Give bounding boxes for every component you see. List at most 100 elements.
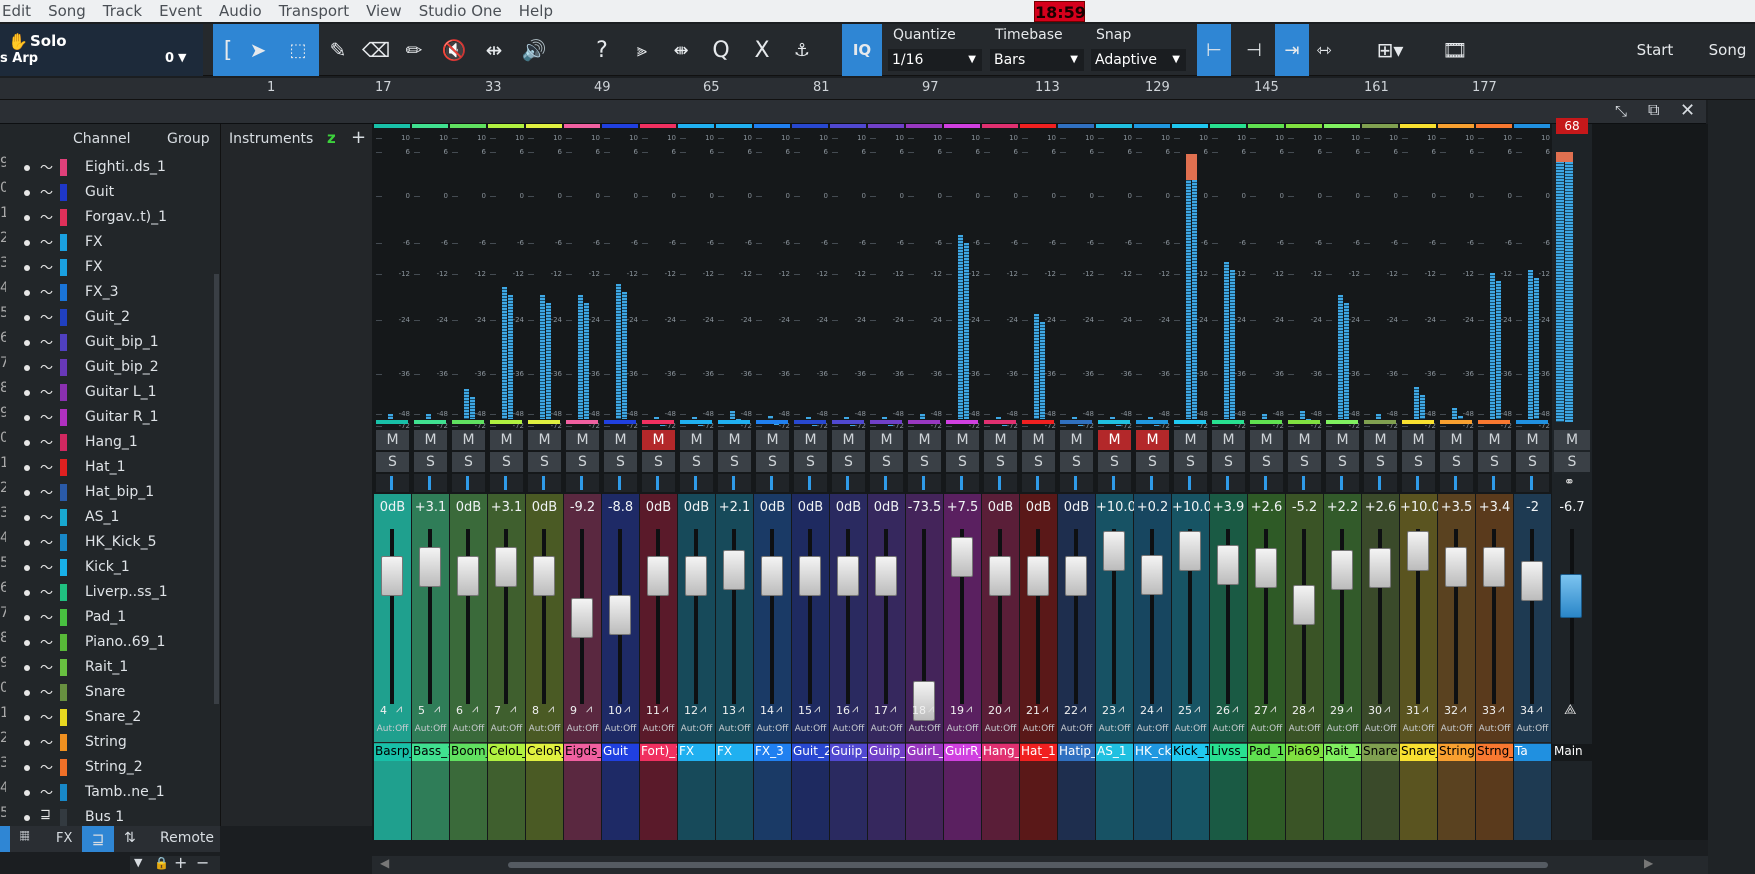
mute-button[interactable]: M bbox=[680, 430, 713, 450]
mute-button[interactable]: M bbox=[414, 430, 447, 450]
mute-button[interactable]: M bbox=[1212, 430, 1245, 450]
snap-magnet-icon[interactable]: ⚓ bbox=[784, 24, 820, 76]
solo-button[interactable]: S bbox=[604, 452, 637, 472]
bend-icon[interactable]: ⇼ bbox=[664, 24, 698, 76]
mute-button[interactable]: M bbox=[756, 430, 789, 450]
volume-fader[interactable] bbox=[1293, 585, 1315, 625]
channel-label[interactable]: Livss_ bbox=[1210, 744, 1247, 761]
mute-button[interactable]: M bbox=[718, 430, 751, 450]
start-button[interactable]: Start bbox=[1627, 24, 1683, 76]
mute-button[interactable]: M bbox=[984, 430, 1017, 450]
mute-button[interactable]: M bbox=[946, 430, 979, 450]
solo-button[interactable]: S bbox=[832, 452, 865, 472]
solo-button[interactable]: S bbox=[794, 452, 827, 472]
volume-fader[interactable] bbox=[1065, 556, 1087, 596]
menu-song[interactable]: Song bbox=[48, 2, 86, 20]
range-tool-icon[interactable]: ⬚ bbox=[283, 24, 313, 76]
solo-button[interactable]: S bbox=[718, 452, 751, 472]
snap-events-icon[interactable]: ⊣ bbox=[1237, 24, 1271, 76]
visibility-dot[interactable] bbox=[24, 540, 30, 546]
automation-mode[interactable]: Aut:Off bbox=[1476, 724, 1513, 734]
solo-button[interactable]: S bbox=[1440, 452, 1473, 472]
visibility-dot[interactable] bbox=[24, 815, 30, 821]
visibility-dot[interactable] bbox=[24, 565, 30, 571]
volume-fader[interactable] bbox=[381, 556, 403, 596]
channel-row[interactable]: 9 〜 Guitar R_1 bbox=[0, 405, 212, 430]
channel-label[interactable]: HK_ck bbox=[1134, 744, 1171, 761]
visibility-dot[interactable] bbox=[24, 365, 30, 371]
channel-row[interactable]: 6 〜 Guit_bip_1 bbox=[0, 330, 212, 355]
mute-tool-icon[interactable]: 🔇 bbox=[436, 24, 472, 76]
visibility-dot[interactable] bbox=[24, 665, 30, 671]
channel-row[interactable]: 2 〜 String bbox=[0, 730, 212, 755]
arrow-tool-icon[interactable]: ➤ bbox=[243, 24, 273, 76]
timebase-select[interactable]: Bars ▼ bbox=[990, 49, 1084, 71]
solo-button[interactable]: S bbox=[376, 452, 409, 472]
channel-label[interactable]: Rait_1 bbox=[1324, 744, 1361, 761]
mute-button[interactable]: M bbox=[528, 430, 561, 450]
main-solo-button[interactable]: S bbox=[1554, 452, 1590, 472]
restore-icon[interactable]: ⤡ bbox=[1615, 102, 1627, 120]
automation-mode[interactable]: Aut:Off bbox=[1324, 724, 1361, 734]
solo-button[interactable]: S bbox=[1174, 452, 1207, 472]
channel-label[interactable]: CeloR_ bbox=[526, 744, 563, 761]
solo-button[interactable]: S bbox=[1288, 452, 1321, 472]
volume-fader[interactable] bbox=[875, 556, 897, 596]
volume-fader[interactable] bbox=[1103, 531, 1125, 571]
automation-mode[interactable]: Aut:Off bbox=[1286, 724, 1323, 734]
quantize-q-icon[interactable]: Q bbox=[704, 24, 738, 76]
channel-label[interactable]: AS_1 bbox=[1096, 744, 1133, 761]
paint-tool-icon[interactable]: ✏ bbox=[396, 24, 432, 76]
volume-fader[interactable] bbox=[989, 556, 1011, 596]
link-icon[interactable]: ⚭ bbox=[1564, 475, 1575, 490]
automation-mode[interactable]: Aut:Off bbox=[678, 724, 715, 734]
volume-fader[interactable] bbox=[837, 556, 859, 596]
mute-button[interactable]: M bbox=[452, 430, 485, 450]
volume-fader[interactable] bbox=[951, 537, 973, 577]
sleep-icon[interactable]: z bbox=[327, 129, 336, 147]
volume-fader[interactable] bbox=[723, 550, 745, 590]
solo-button[interactable]: S bbox=[1022, 452, 1055, 472]
split-tool-icon[interactable]: ⇹ bbox=[476, 24, 512, 76]
song-button[interactable]: Song bbox=[1700, 24, 1755, 76]
mute-button[interactable]: M bbox=[1326, 430, 1359, 450]
mute-button[interactable]: M bbox=[1060, 430, 1093, 450]
visibility-dot[interactable] bbox=[24, 165, 30, 171]
menu-edit[interactable]: Edit bbox=[2, 2, 31, 20]
stretch-icon[interactable]: ⫸ bbox=[625, 24, 659, 76]
main-mute-button[interactable]: M bbox=[1554, 430, 1590, 450]
menu-track[interactable]: Track bbox=[103, 2, 142, 20]
automation-mode[interactable]: Aut:Off bbox=[450, 724, 487, 734]
solo-button[interactable]: S bbox=[946, 452, 979, 472]
channel-row[interactable]: 1 〜 Forgav..t)_1 bbox=[0, 205, 212, 230]
channel-row[interactable]: 2 〜 FX bbox=[0, 230, 212, 255]
remote-tab[interactable]: Remote bbox=[160, 830, 214, 846]
channel-label[interactable]: Guit bbox=[602, 744, 639, 761]
mute-button[interactable]: M bbox=[1478, 430, 1511, 450]
piano-icon[interactable]: 𝄜 bbox=[20, 829, 29, 845]
visibility-dot[interactable] bbox=[24, 190, 30, 196]
channel-row[interactable]: 6 〜 Liverp..ss_1 bbox=[0, 580, 212, 605]
menu-studio-one[interactable]: Studio One bbox=[419, 2, 502, 20]
channel-label[interactable]: Hatip_ bbox=[1058, 744, 1095, 761]
menu-help[interactable]: Help bbox=[519, 2, 553, 20]
mute-button[interactable]: M bbox=[1516, 430, 1549, 450]
volume-fader[interactable] bbox=[1369, 548, 1391, 588]
automation-mode[interactable]: Aut:Off bbox=[716, 724, 753, 734]
visibility-dot[interactable] bbox=[24, 515, 30, 521]
menu-view[interactable]: View bbox=[366, 2, 402, 20]
help-icon[interactable]: ? bbox=[585, 24, 619, 76]
volume-fader[interactable] bbox=[685, 556, 707, 596]
channel-label[interactable]: Boom_ bbox=[450, 744, 487, 761]
channel-label[interactable]: Pia69_ bbox=[1286, 744, 1323, 761]
iq-button[interactable]: IQ bbox=[842, 24, 882, 76]
channel-row[interactable]: 5 〜 Kick_1 bbox=[0, 555, 212, 580]
mute-button[interactable]: M bbox=[794, 430, 827, 450]
automation-icon[interactable]: ⟁ bbox=[1564, 702, 1577, 718]
volume-fader[interactable] bbox=[533, 556, 555, 596]
solo-button[interactable]: S bbox=[1136, 452, 1169, 472]
automation-mode[interactable]: Aut:Off bbox=[412, 724, 449, 734]
channel-label[interactable]: Hang_1 bbox=[982, 744, 1019, 761]
visibility-dot[interactable] bbox=[24, 415, 30, 421]
listen-tool-icon[interactable]: 🔊 bbox=[516, 24, 552, 76]
